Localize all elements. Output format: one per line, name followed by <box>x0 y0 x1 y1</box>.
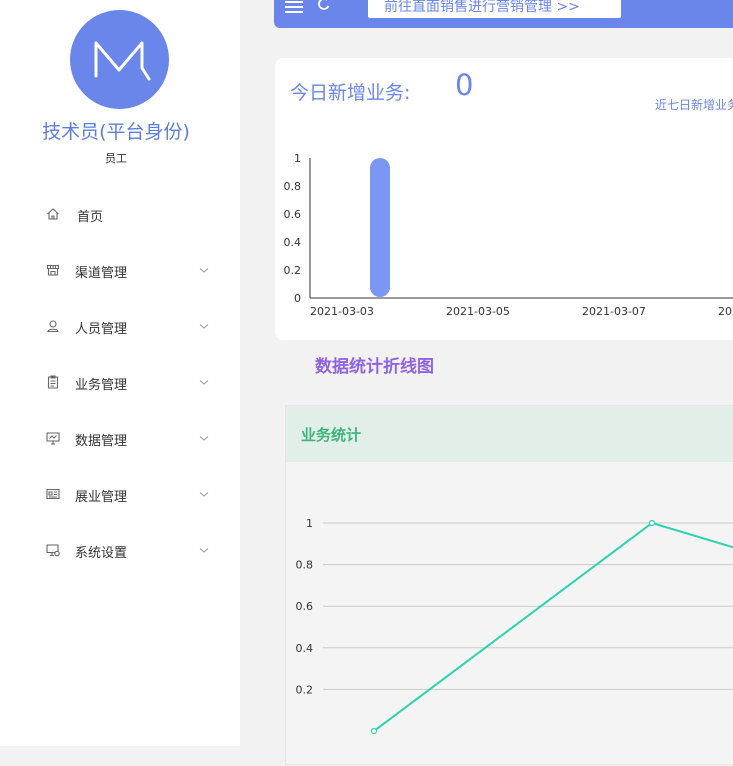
y-tick-label: 1 <box>294 152 301 165</box>
sidebar-item-settings[interactable]: 系统设置 <box>0 530 240 570</box>
user-role: 员工 <box>105 152 127 165</box>
chevron-down-icon <box>199 492 209 497</box>
section-title: 数据统计折线图 <box>315 357 434 377</box>
business-stat-card: 业务统计 0.2 0.4 0.6 0.8 1 <box>285 405 733 765</box>
marketing-link-button[interactable]: 前往直面销售进行营销管理 >> <box>368 0 621 18</box>
bar-chart: 0 0.2 0.4 0.6 0.8 1 2021-03-03 2021-03-05 2021-0… <box>284 152 733 318</box>
clipboard-icon <box>47 375 59 389</box>
chevron-down-icon <box>199 380 209 385</box>
y-tick-label: 0.4 <box>296 642 314 655</box>
x-tick-label: 2021-03-03 <box>310 305 374 318</box>
store-icon <box>46 264 60 276</box>
y-tick-label: 1 <box>306 517 313 530</box>
sidebar-item-home[interactable]: 首页 <box>0 194 240 234</box>
sidebar-item-business[interactable]: 业务管理 <box>0 362 240 402</box>
y-tick-label: 0.6 <box>296 600 314 613</box>
y-tick-label: 0.6 <box>284 208 302 221</box>
sidebar-item-expansion[interactable]: 展业管理 <box>0 474 240 514</box>
card-icon <box>46 488 60 500</box>
user-icon <box>47 320 59 333</box>
series-line <box>373 521 733 732</box>
menu-icon[interactable] <box>284 0 304 14</box>
chevron-down-icon <box>199 548 209 553</box>
chevron-down-icon <box>199 436 209 441</box>
sidebar-item-label: 渠道管理 <box>75 266 128 281</box>
y-tick-label: 0 <box>294 292 301 305</box>
today-business-card: 今日新增业务: 0 近七日新增业务 0 0.2 0.4 0.6 0.8 1 2021-03-… <box>275 58 733 340</box>
sidebar-item-channel[interactable]: 渠道管理 <box>0 250 240 290</box>
sidebar-item-label: 数据管理 <box>75 434 128 449</box>
sidebar-item-personnel[interactable]: 人员管理 <box>0 306 240 346</box>
logo <box>70 10 169 109</box>
sidebar-item-label: 展业管理 <box>75 490 128 505</box>
settings-screen-icon <box>46 544 60 557</box>
sidebar-item-label: 业务管理 <box>75 378 128 393</box>
sidebar-item-label: 首页 <box>77 210 104 225</box>
sidebar-item-data[interactable]: 数据管理 <box>0 418 240 458</box>
data-point <box>648 519 656 527</box>
sidebar: 技术员(平台身份) 员工 首页 渠道管理 人员管理 业务管理 数据管理 展业管理… <box>0 0 240 746</box>
y-tick-label: 0.2 <box>296 683 314 696</box>
y-tick-label: 0.2 <box>284 264 302 277</box>
line-chart: 0.2 0.4 0.6 0.8 1 <box>296 517 733 735</box>
x-tick-label: 2021-03-05 <box>446 305 510 318</box>
y-tick-label: 0.4 <box>284 236 302 249</box>
home-icon <box>47 208 59 220</box>
y-tick-label: 0.8 <box>284 180 302 193</box>
monitor-chart-icon <box>46 432 60 445</box>
bar <box>370 158 390 297</box>
data-point <box>370 727 378 735</box>
sidebar-item-label: 人员管理 <box>75 322 128 337</box>
user-name: 技术员(平台身份) <box>42 121 190 143</box>
y-tick-label: 0.8 <box>296 559 314 572</box>
sidebar-item-label: 系统设置 <box>75 546 128 561</box>
x-tick-label: 2021-03-07 <box>582 305 646 318</box>
chevron-down-icon <box>199 268 209 273</box>
chevron-down-icon <box>199 324 209 329</box>
x-tick-label: 202 <box>718 305 733 318</box>
refresh-icon[interactable] <box>316 0 332 12</box>
